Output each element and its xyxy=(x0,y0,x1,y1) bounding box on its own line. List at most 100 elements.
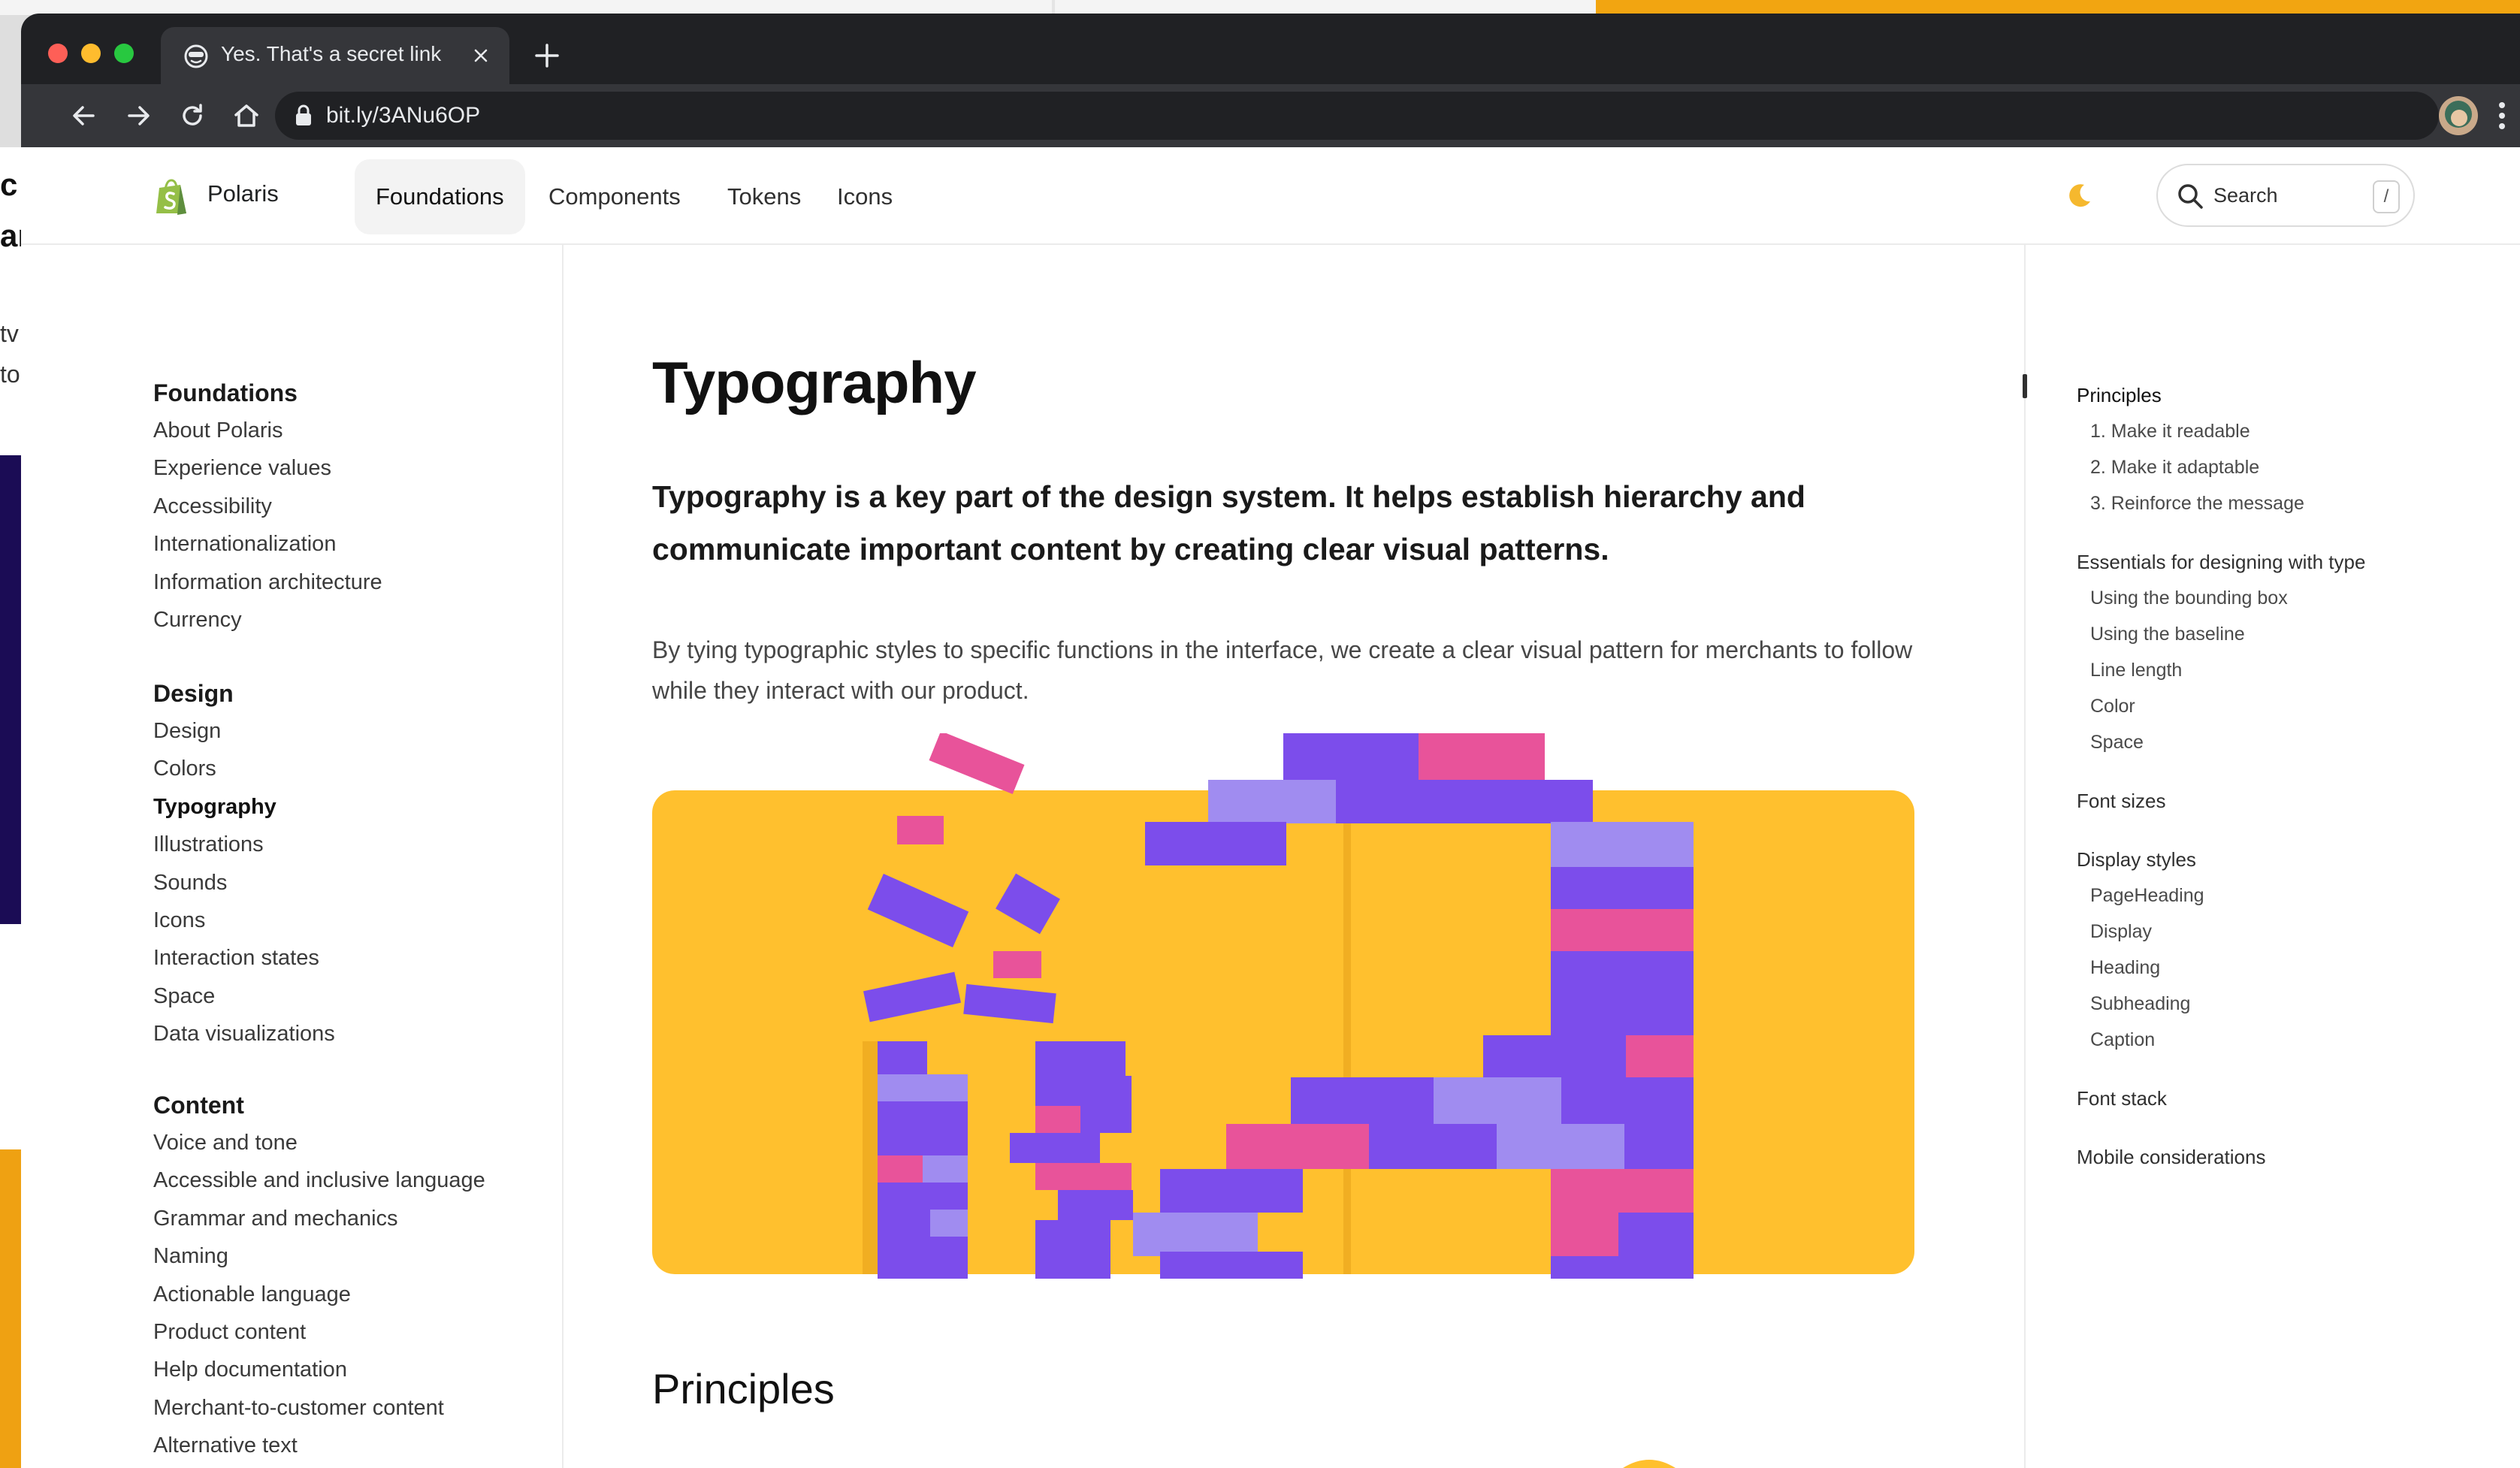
sidebar-item[interactable]: Design xyxy=(153,712,335,750)
search-shortcut-key: / xyxy=(2373,180,2400,213)
sidebar-item[interactable]: Accessible and inclusive language xyxy=(153,1161,485,1199)
toc-link[interactable]: Display styles xyxy=(2077,841,2365,877)
background-text-fragment: to xyxy=(0,361,20,388)
toc-list: Principles 1. Make it readable 2. Make i… xyxy=(2077,377,2365,1175)
search-label: Search xyxy=(2213,184,2278,207)
sidebar-item[interactable]: Actionable language xyxy=(153,1276,485,1313)
background-orange-strip xyxy=(1596,0,2520,15)
sidebar-item[interactable]: Merchant-to-customer content xyxy=(153,1389,485,1427)
sidebar-item[interactable]: Illustrations xyxy=(153,826,335,863)
browser-toolbar: bit.ly/3ANu6OP xyxy=(21,84,2520,147)
sidebar-group-foundations: Foundations About Polaris Experience val… xyxy=(153,374,382,639)
forward-arrow-icon[interactable] xyxy=(120,98,156,134)
back-arrow-icon[interactable] xyxy=(66,98,102,134)
address-bar[interactable]: bit.ly/3ANu6OP xyxy=(275,92,2439,140)
toc-link[interactable]: Caption xyxy=(2077,1022,2365,1058)
sidebar-item[interactable]: Help documentation xyxy=(153,1351,485,1388)
reload-icon[interactable] xyxy=(174,98,210,134)
more-options-icon[interactable] xyxy=(2497,101,2506,131)
next-illustration-peek xyxy=(1623,1460,1675,1468)
toc-link[interactable]: 2. Make it adaptable xyxy=(2077,449,2365,485)
nav-foundations[interactable]: Foundations xyxy=(355,159,525,234)
nav-icons[interactable]: Icons xyxy=(816,159,914,234)
background-divider xyxy=(1052,0,1055,15)
sidebar-item[interactable]: Grammar and mechanics xyxy=(153,1200,485,1237)
toc-link[interactable]: Line length xyxy=(2077,652,2365,688)
toc-link[interactable]: PageHeading xyxy=(2077,877,2365,914)
toc-link[interactable]: Subheading xyxy=(2077,986,2365,1022)
profile-avatar[interactable] xyxy=(2439,96,2478,135)
sidebar-group-design: Design Design Colors Typography Illustra… xyxy=(153,675,335,1053)
background-text-fragment: tv xyxy=(0,320,19,347)
close-window-button[interactable] xyxy=(48,44,68,63)
toc-link[interactable]: Principles xyxy=(2077,377,2365,413)
toc-link[interactable]: Using the baseline xyxy=(2077,616,2365,652)
toc-link[interactable]: Font sizes xyxy=(2077,783,2365,819)
toc-link[interactable]: 3. Reinforce the message xyxy=(2077,485,2365,521)
sidebar-group-content: Content Voice and tone Accessible and in… xyxy=(153,1086,485,1465)
main-content: Typography Typography is a key part of t… xyxy=(564,245,2024,1468)
background-left-purple-image xyxy=(0,455,21,924)
toc-link[interactable]: Heading xyxy=(2077,950,2365,986)
tab-title: Yes. That's a secret link xyxy=(221,42,442,65)
toc-link[interactable]: Using the bounding box xyxy=(2077,580,2365,616)
sidebar-item[interactable]: Alternative text xyxy=(153,1427,485,1464)
web-page: Polaris Foundations Components Tokens Ic… xyxy=(21,147,2520,1468)
browser-chrome: Yes. That's a secret link bit.ly/3ANu6OP xyxy=(21,14,2520,147)
site-header: Polaris Foundations Components Tokens Ic… xyxy=(21,147,2520,245)
body-paragraph: By tying typographic styles to specific … xyxy=(652,636,1913,704)
toc-active-indicator xyxy=(2023,374,2027,398)
toc-link[interactable]: Mobile considerations xyxy=(2077,1139,2365,1175)
sidebar-item[interactable]: Naming xyxy=(153,1237,485,1275)
toc-link[interactable]: 1. Make it readable xyxy=(2077,413,2365,449)
toc-link[interactable]: Essentials for designing with type xyxy=(2077,544,2365,580)
sidebar-item[interactable]: Icons xyxy=(153,902,335,939)
brand-name[interactable]: Polaris xyxy=(207,180,279,207)
background-left-orange-image xyxy=(0,1149,21,1468)
toc-link[interactable]: Color xyxy=(2077,688,2365,724)
background-text-fragment: c xyxy=(0,167,18,202)
sidebar-item[interactable]: Data visualizations xyxy=(153,1015,335,1053)
sidebar-item[interactable]: Voice and tone xyxy=(153,1124,485,1161)
background-window-top xyxy=(0,0,1596,15)
nav-components[interactable]: Components xyxy=(527,159,702,234)
new-tab-icon[interactable] xyxy=(532,41,562,71)
nav-tokens[interactable]: Tokens xyxy=(706,159,822,234)
sidebar-item[interactable]: Internationalization xyxy=(153,525,382,563)
lock-icon xyxy=(296,104,311,125)
lead-paragraph: Typography is a key part of the design s… xyxy=(652,479,1805,566)
sidebar-heading: Design xyxy=(153,680,234,707)
sidebar-item[interactable]: Product content xyxy=(153,1313,485,1351)
toc-link[interactable]: Font stack xyxy=(2077,1080,2365,1116)
sidebar-item[interactable]: Accessibility xyxy=(153,488,382,525)
toc-link[interactable]: Display xyxy=(2077,914,2365,950)
sidebar-navigation: Foundations About Polaris Experience val… xyxy=(21,245,564,1468)
browser-window: Yes. That's a secret link bit.ly/3ANu6OP… xyxy=(21,14,2520,1468)
sidebar-item[interactable]: Colors xyxy=(153,750,335,787)
sidebar-item[interactable]: Sounds xyxy=(153,864,335,902)
home-icon[interactable] xyxy=(228,98,264,134)
sidebar-item[interactable]: Experience values xyxy=(153,449,382,487)
table-of-contents: Principles 1. Make it readable 2. Make i… xyxy=(2023,245,2520,1468)
shopify-bag-logo-icon[interactable] xyxy=(153,177,189,216)
sidebar-item[interactable]: About Polaris xyxy=(153,412,382,449)
minimize-window-button[interactable] xyxy=(81,44,101,63)
search-button[interactable]: Search / xyxy=(2156,164,2415,227)
sidebar-item-typography[interactable]: Typography xyxy=(153,788,335,826)
sunglasses-face-icon xyxy=(184,44,208,68)
close-tab-icon[interactable] xyxy=(469,44,493,68)
sidebar-item[interactable]: Space xyxy=(153,977,335,1015)
sidebar-item[interactable]: Information architecture xyxy=(153,563,382,601)
toc-link[interactable]: Space xyxy=(2077,724,2365,760)
url-text: bit.ly/3ANu6OP xyxy=(326,103,481,128)
browser-tab[interactable]: Yes. That's a secret link xyxy=(161,27,509,84)
sidebar-heading: Content xyxy=(153,1092,244,1119)
search-icon xyxy=(2178,184,2203,209)
sidebar-heading: Foundations xyxy=(153,379,298,406)
section-heading-principles: Principles xyxy=(652,1365,835,1412)
maximize-window-button[interactable] xyxy=(114,44,134,63)
sidebar-item[interactable]: Interaction states xyxy=(153,939,335,977)
page-title: Typography xyxy=(652,349,977,415)
sidebar-item[interactable]: Currency xyxy=(153,601,382,639)
moon-icon[interactable] xyxy=(2065,180,2095,210)
